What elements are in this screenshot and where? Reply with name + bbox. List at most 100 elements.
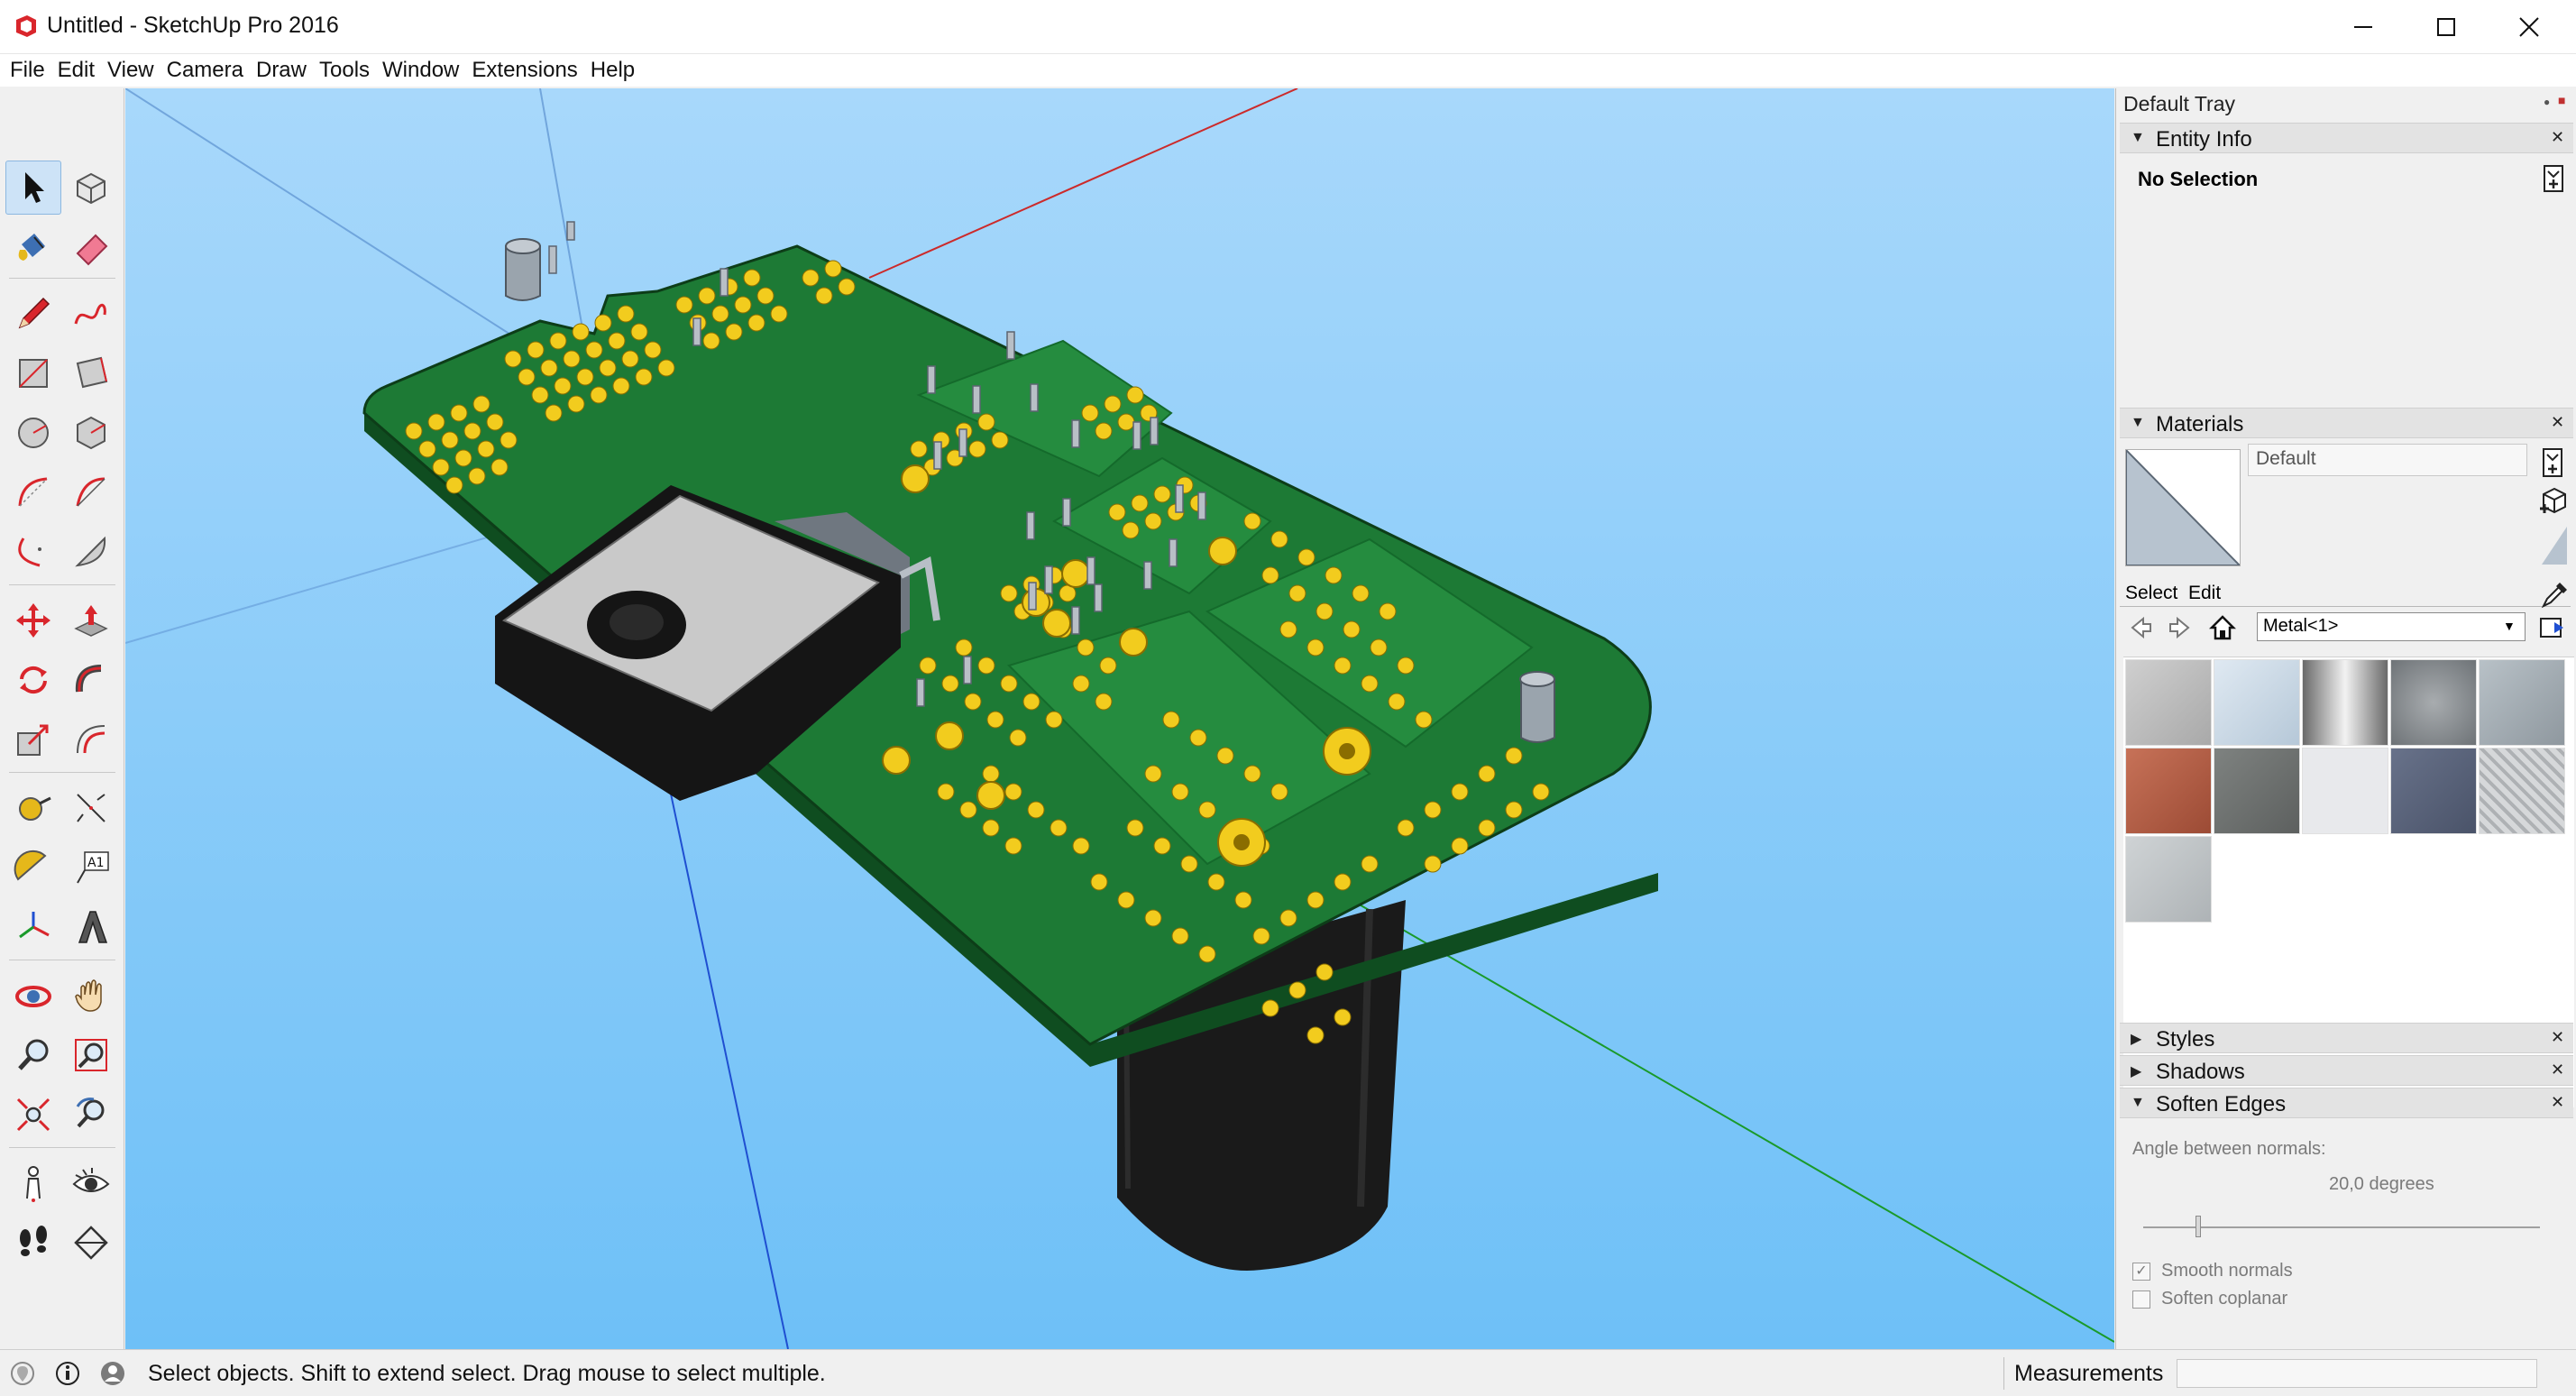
angle-slider-thumb[interactable] — [2196, 1216, 2201, 1237]
panel-header-entity-info[interactable]: ▼ Entity Info ✕ — [2120, 123, 2573, 153]
pan-tool[interactable] — [63, 969, 119, 1023]
paint-bucket-tool[interactable] — [5, 220, 61, 274]
zoom-extents-tool[interactable] — [5, 1088, 61, 1142]
close-icon[interactable]: ✕ — [2551, 1028, 2564, 1047]
pie-tool[interactable] — [63, 525, 119, 579]
menu-window[interactable]: Window — [376, 58, 465, 83]
model-viewport[interactable] — [125, 88, 2114, 1349]
info-icon[interactable] — [54, 1360, 81, 1387]
panel-header-styles[interactable]: ▶ Styles ✕ — [2120, 1023, 2573, 1053]
eyedropper-icon[interactable] — [2540, 579, 2571, 610]
close-icon[interactable]: ✕ — [2551, 413, 2564, 432]
line-tool[interactable] — [5, 287, 61, 341]
offset-tool[interactable] — [63, 712, 119, 767]
material-swatch[interactable] — [2302, 659, 2388, 746]
rotate-icon — [20, 666, 47, 694]
rotate-tool[interactable] — [5, 653, 61, 707]
look-around-tool[interactable] — [63, 1156, 119, 1210]
material-swatch[interactable] — [2214, 659, 2300, 746]
close-button[interactable] — [2488, 0, 2571, 54]
material-swatch[interactable] — [2479, 659, 2565, 746]
material-swatch[interactable] — [2479, 748, 2565, 834]
angle-slider-track[interactable] — [2143, 1226, 2540, 1228]
tab-select[interactable]: Select — [2125, 583, 2177, 604]
previous-view-tool[interactable] — [63, 1088, 119, 1142]
zoom-window-tool[interactable] — [63, 1028, 119, 1082]
material-name-field[interactable]: Default — [2248, 444, 2527, 476]
zoom-tool[interactable] — [5, 1028, 61, 1082]
material-swatch[interactable] — [2214, 748, 2300, 834]
rectangle-tool[interactable] — [5, 346, 61, 400]
smooth-normals-row[interactable]: ✓ Smooth normals — [2132, 1261, 2293, 1281]
create-material-icon[interactable] — [2538, 485, 2569, 516]
smooth-normals-checkbox[interactable]: ✓ — [2132, 1262, 2150, 1281]
move-tool[interactable] — [5, 593, 61, 647]
three-point-arc-tool[interactable] — [5, 525, 61, 579]
material-swatch[interactable] — [2125, 748, 2212, 834]
material-library-select[interactable]: Metal<1> ▼ — [2257, 612, 2526, 641]
polygon-tool[interactable] — [63, 406, 119, 460]
protractor-tool[interactable] — [5, 840, 61, 895]
geo-location-icon[interactable] — [9, 1360, 36, 1387]
menu-help[interactable]: Help — [584, 58, 641, 83]
measurements-input[interactable] — [2177, 1359, 2537, 1388]
3d-text-tool[interactable] — [63, 900, 119, 954]
tape-measure-tool[interactable] — [5, 781, 61, 835]
text-tool[interactable]: A1 — [63, 840, 119, 895]
panel-header-soften-edges[interactable]: ▼ Soften Edges ✕ — [2120, 1088, 2573, 1118]
tray-close-icon[interactable]: ■ — [2558, 93, 2565, 107]
close-icon[interactable]: ✕ — [2551, 1093, 2564, 1112]
details-arrow-icon[interactable] — [2538, 613, 2567, 642]
scale-tool[interactable] — [5, 712, 61, 767]
back-arrow-icon[interactable] — [2125, 613, 2154, 642]
forward-arrow-icon[interactable] — [2167, 613, 2196, 642]
axes-tool[interactable] — [5, 900, 61, 954]
walk-tool[interactable] — [5, 1216, 61, 1270]
maximize-button[interactable] — [2405, 0, 2488, 54]
menu-tools[interactable]: Tools — [313, 58, 376, 83]
material-swatch[interactable] — [2125, 659, 2212, 746]
menu-extensions[interactable]: Extensions — [465, 58, 583, 83]
home-icon[interactable] — [2208, 613, 2237, 642]
freehand-tool[interactable] — [63, 287, 119, 341]
expand-panel-icon[interactable] — [2542, 164, 2565, 193]
menu-view[interactable]: View — [101, 58, 160, 83]
position-camera-tool[interactable] — [5, 1156, 61, 1210]
two-point-arc-tool[interactable] — [63, 465, 119, 519]
minimize-button[interactable] — [2322, 0, 2405, 54]
select-tool[interactable] — [5, 161, 61, 215]
dimension-tool[interactable] — [63, 781, 119, 835]
menu-file[interactable]: File — [4, 58, 51, 83]
tab-edit[interactable]: Edit — [2188, 583, 2221, 604]
panel-header-materials[interactable]: ▼ Materials ✕ — [2120, 408, 2573, 438]
menu-camera[interactable]: Camera — [160, 58, 250, 83]
arc-tool[interactable] — [5, 465, 61, 519]
material-swatch[interactable] — [2125, 836, 2212, 923]
follow-me-tool[interactable] — [63, 653, 119, 707]
close-icon[interactable]: ✕ — [2551, 128, 2564, 147]
eraser-tool[interactable] — [63, 220, 119, 274]
material-swatch[interactable] — [2390, 748, 2477, 834]
3d-text-icon — [78, 911, 108, 943]
menu-draw[interactable]: Draw — [250, 58, 313, 83]
soften-coplanar-checkbox[interactable] — [2132, 1290, 2150, 1309]
display-secondary-icon[interactable] — [2540, 447, 2565, 478]
status-divider — [2003, 1357, 2004, 1390]
soften-coplanar-row[interactable]: Soften coplanar — [2132, 1289, 2287, 1309]
circle-tool[interactable] — [5, 406, 61, 460]
section-plane-tool[interactable] — [63, 1216, 119, 1270]
user-account-icon[interactable] — [99, 1360, 126, 1387]
close-icon[interactable]: ✕ — [2551, 1061, 2564, 1079]
panel-header-shadows[interactable]: ▶ Shadows ✕ — [2120, 1055, 2573, 1086]
material-swatch[interactable] — [2302, 748, 2388, 834]
material-swatch[interactable] — [2390, 659, 2477, 746]
dimension-icon — [77, 794, 105, 822]
make-component-tool[interactable] — [63, 161, 119, 215]
close-icon — [2519, 17, 2539, 37]
menu-edit[interactable]: Edit — [51, 58, 101, 83]
orbit-tool[interactable] — [5, 969, 61, 1023]
rotated-rectangle-tool[interactable] — [63, 346, 119, 400]
push-pull-tool[interactable] — [63, 593, 119, 647]
pin-icon[interactable]: ● — [2544, 96, 2550, 108]
component-icon — [77, 172, 105, 205]
